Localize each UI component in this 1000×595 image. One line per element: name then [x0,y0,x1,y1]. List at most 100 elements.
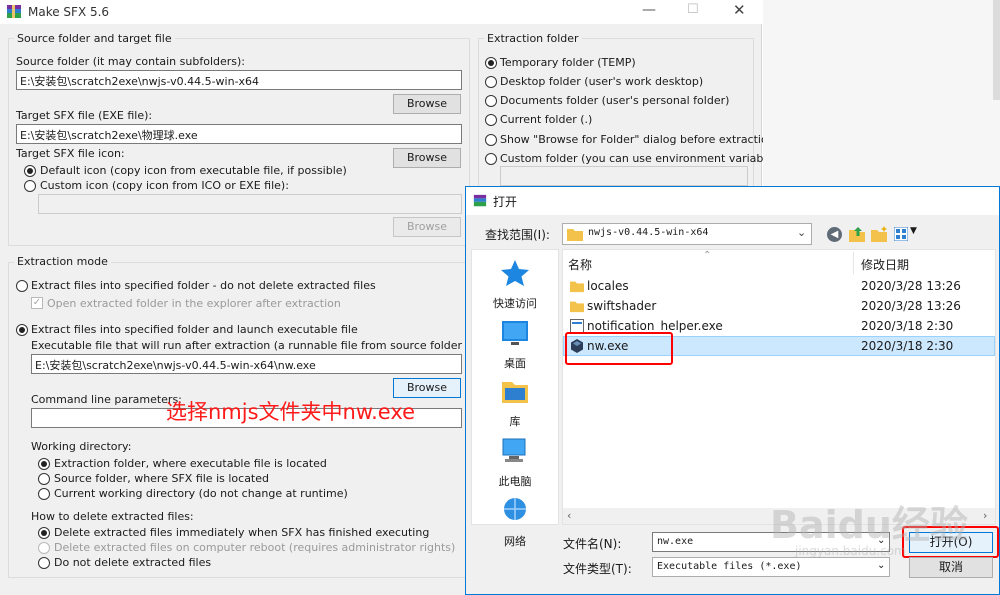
mode-extract-only-label: Extract files into specified folder - do… [31,279,376,292]
nav-network[interactable]: 网络 [472,496,558,549]
file-row[interactable]: locales 2020/3/28 13:26 [563,276,995,296]
lookin-combo[interactable]: nwjs-v0.44.5-win-x64 ⌄ [562,223,812,245]
computer-icon [502,438,526,462]
minimize-button[interactable]: — [642,2,656,18]
folder-option-label: Desktop folder (user's work desktop) [500,75,704,88]
folder-option-label: Temporary folder (TEMP) [500,56,636,69]
workdir-option-label: Current working directory (do not change… [54,487,348,500]
icon-label: Target SFX file icon: [16,147,125,160]
target-file-label: Target SFX file (EXE file): [16,109,153,122]
file-name: swiftshader [587,299,657,313]
folder-option-label: Current folder (.) [500,113,593,126]
file-name: locales [587,279,629,293]
custom-icon-label: Custom icon (copy icon from ICO or EXE f… [40,179,289,192]
mode-extract-launch-label: Extract files into specified folder and … [31,323,358,336]
folder-option-radio-browse[interactable] [485,134,497,146]
mode-extract-only-radio[interactable] [16,280,28,292]
back-button[interactable]: ◀ [827,227,842,242]
background-window [763,0,1000,186]
network-icon [504,498,526,520]
up-folder-icon[interactable] [848,225,866,243]
file-row[interactable]: swiftshader 2020/3/28 13:26 [563,296,995,316]
workdir-radio-extraction[interactable] [38,458,50,470]
cmdline-label: Command line parameters: [31,393,182,406]
column-header-name[interactable]: 名称 [568,256,592,273]
winrar-icon [7,5,21,18]
delete-radio-never[interactable] [38,557,50,569]
workdir-label: Working directory: [31,440,132,453]
nav-libraries[interactable]: 库 [472,376,558,429]
source-folder-input[interactable]: E:\安装包\scratch2exe\nwjs-v0.44.5-win-x64 [16,70,462,90]
places-bar: 快速访问 桌面 库 此电脑 网络 [471,249,559,548]
default-icon-label: Default icon (copy icon from executable … [40,164,347,177]
maximize-button[interactable]: ☐ [687,2,699,17]
open-folder-label: Open extracted folder in the explorer af… [47,297,341,310]
browse-icon-button: Browse [393,217,461,237]
lookin-value: nwjs-v0.44.5-win-x64 [588,227,709,238]
nav-label: 此电脑 [498,475,532,488]
file-date: 2020/3/18 2:30 [861,319,954,333]
folder-icon [570,281,584,293]
delete-option-label: Delete extracted files immediately when … [54,526,430,539]
annotation-text: 选择nmjs文件夹中nw.exe [166,400,416,424]
delete-radio-immediately[interactable] [38,527,50,539]
nav-label: 快速访问 [493,297,537,310]
sfx-title-bar: Make SFX 5.6 — ☐ ✕ [0,0,762,24]
file-date: 2020/3/28 13:26 [861,279,961,293]
browse-source-button[interactable]: Browse [393,94,461,114]
nav-quick-access[interactable]: 快速访问 [472,258,558,311]
source-group-title: Source folder and target file [14,32,175,45]
folder-option-radio-custom[interactable] [485,153,497,165]
dialog-title: 打开 [493,195,518,209]
browse-exec-button[interactable]: Browse [393,378,461,398]
source-folder-label: Source folder (it may contain subfolders… [16,55,245,68]
chevron-down-icon: ⌄ [797,226,807,239]
target-file-input[interactable]: E:\安装包\scratch2exe\物理球.exe [16,124,462,144]
new-folder-icon[interactable] [870,225,888,243]
custom-icon-input [38,194,462,214]
watermark-brand: Baidu经验 [770,503,968,547]
filename-value: nw.exe [657,536,694,547]
delete-label: How to delete extracted files: [31,510,194,523]
workdir-radio-source[interactable] [38,473,50,485]
nav-label: 库 [509,415,521,428]
star-icon [501,260,529,286]
exec-input[interactable]: E:\安装包\scratch2exe\nwjs-v0.44.5-win-x64\… [31,354,462,374]
extraction-folder-title: Extraction folder [484,32,582,45]
filetype-label: 文件类型(T): [563,562,632,576]
watermark-url: jingyan.baidu.com [795,544,906,558]
lookin-label: 查找范围(I): [485,228,550,242]
exe-file-icon [570,319,584,333]
watermark: Baidu经验 jingyan.baidu.com [760,488,970,568]
custom-folder-input [500,166,748,186]
close-button[interactable]: ✕ [733,1,746,19]
folder-icon [570,301,584,313]
column-header-date[interactable]: 修改日期 [861,256,909,273]
delete-option-label: Do not delete extracted files [54,556,212,569]
desktop-icon [502,321,528,345]
folder-option-radio-documents[interactable] [485,95,497,107]
folder-option-label: Custom folder (you can use environment v… [500,152,787,165]
scroll-right-icon[interactable]: › [983,509,987,522]
delete-option-label: Delete extracted files on computer reboo… [54,541,456,554]
extraction-mode-title: Extraction mode [14,255,111,268]
column-divider [853,252,854,274]
delete-radio-reboot [38,542,50,554]
folder-option-radio-desktop[interactable] [485,76,497,88]
custom-icon-radio[interactable] [24,180,36,192]
nav-this-pc[interactable]: 此电脑 [472,436,558,489]
workdir-radio-current[interactable] [38,488,50,500]
folder-option-radio-current[interactable] [485,114,497,126]
nav-label: 桌面 [504,357,526,370]
view-menu-button[interactable]: ▼ [894,226,920,242]
browse-target-button[interactable]: Browse [393,148,461,168]
library-icon [502,382,528,403]
highlight-box-file [565,332,673,365]
folder-option-label: Show "Browse for Folder" dialog before e… [500,133,775,146]
scroll-left-icon[interactable]: ‹ [567,509,571,522]
default-icon-radio[interactable] [24,165,36,177]
open-folder-checkbox: ✓ [31,297,43,309]
folder-option-radio-temp[interactable] [485,57,497,69]
nav-desktop[interactable]: 桌面 [472,318,558,371]
mode-extract-launch-radio[interactable] [16,324,28,336]
